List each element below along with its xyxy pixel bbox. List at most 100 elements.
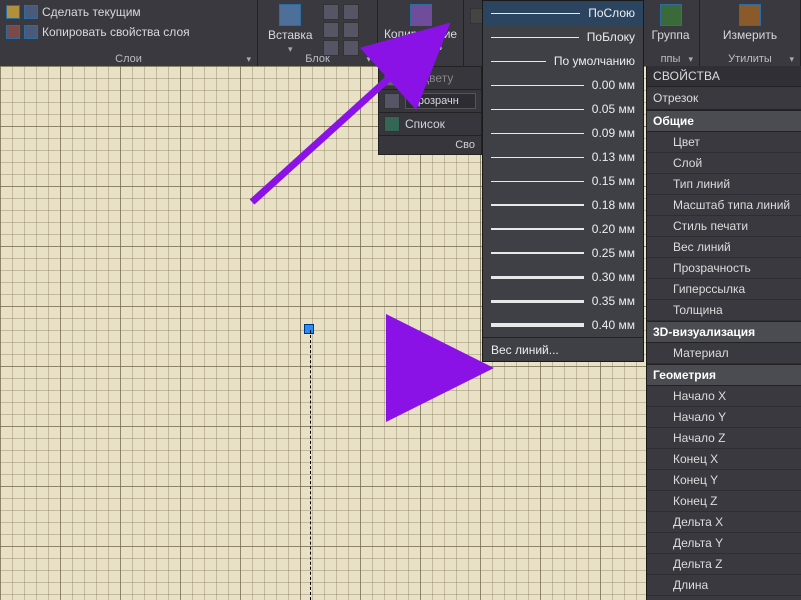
- layers-copy-icon: [6, 25, 20, 39]
- section-3dviz[interactable]: 3D-визуализация: [647, 321, 801, 343]
- group-button[interactable]: Группа: [647, 4, 693, 42]
- prop-general-5[interactable]: Вес линий: [647, 237, 801, 258]
- make-current-button[interactable]: Сделать текущим: [6, 4, 251, 20]
- ribbon-group-block: Вставка ▾ Блок ▾: [258, 0, 378, 66]
- prop-geom-3[interactable]: Конец X: [647, 449, 801, 470]
- prop-general-6[interactable]: Прозрачность: [647, 258, 801, 279]
- lw-bylayer-label: ПоСлою: [588, 6, 635, 20]
- measure-label: Измерить: [723, 28, 777, 42]
- prop-geom-5[interactable]: Конец Z: [647, 491, 801, 512]
- measure-button[interactable]: Измерить: [719, 4, 781, 42]
- bycolor-row: ПоЦвету: [379, 67, 481, 89]
- bycolor-icon: [384, 70, 400, 86]
- ribbon-layers-expand[interactable]: ▾: [246, 54, 251, 65]
- lw-value-label: 0.25 мм: [592, 246, 635, 260]
- lw-value-3[interactable]: 0.13 мм: [483, 145, 643, 169]
- selection-grip[interactable]: [304, 324, 314, 334]
- prop-general-4[interactable]: Стиль печати: [647, 216, 801, 237]
- lw-value-label: 0.18 мм: [592, 198, 635, 212]
- block-tools-grid: [323, 4, 381, 56]
- lw-value-label: 0.05 мм: [592, 102, 635, 116]
- lw-value-8[interactable]: 0.30 мм: [483, 265, 643, 289]
- prop-geom-10[interactable]: Угол: [647, 596, 801, 600]
- lw-value-1[interactable]: 0.05 мм: [483, 97, 643, 121]
- prop-general-3[interactable]: Масштаб типа линий: [647, 195, 801, 216]
- lw-value-9[interactable]: 0.35 мм: [483, 289, 643, 313]
- ribbon-block-expand[interactable]: ▾: [366, 54, 371, 65]
- lw-value-label: 0.40 мм: [592, 318, 635, 332]
- prop-general-8[interactable]: Толщина: [647, 300, 801, 321]
- layers-copy-arrow-icon: [24, 25, 38, 39]
- ribbon-group-copy: Копирование свойств: [378, 0, 464, 66]
- lw-default[interactable]: По умолчанию: [483, 49, 643, 73]
- prop-geom-9[interactable]: Длина: [647, 575, 801, 596]
- ribbon-utils-label: Утилиты: [700, 52, 800, 66]
- list-label: Список: [405, 117, 445, 131]
- lw-byblock[interactable]: ПоБлоку: [483, 25, 643, 49]
- block-tool-1[interactable]: [323, 4, 339, 20]
- copy-layer-props-button[interactable]: Копировать свойства слоя: [6, 24, 251, 40]
- section-geometry[interactable]: Геометрия: [647, 364, 801, 386]
- ribbon: Сделать текущим Копировать свойства слоя…: [0, 0, 801, 66]
- lw-value-label: 0.13 мм: [592, 150, 635, 164]
- block-tool-2[interactable]: [343, 4, 359, 20]
- lw-value-label: 0.20 мм: [592, 222, 635, 236]
- list-button[interactable]: Список: [379, 113, 481, 135]
- lw-more[interactable]: Вес линий...: [483, 337, 643, 361]
- lw-value-10[interactable]: 0.40 мм: [483, 313, 643, 337]
- prop-general-1[interactable]: Слой: [647, 153, 801, 174]
- prop-general-0[interactable]: Цвет: [647, 132, 801, 153]
- ribbon-group-utils: Измерить Утилиты ▾: [700, 0, 801, 66]
- prop-geom-0[interactable]: Начало X: [647, 386, 801, 407]
- prop-viz-0[interactable]: Материал: [647, 343, 801, 364]
- ribbon-groups-expand[interactable]: ▾: [688, 54, 693, 65]
- list-icon: [384, 116, 400, 132]
- match-properties-icon: [410, 4, 432, 26]
- lw-default-label: По умолчанию: [554, 54, 635, 68]
- properties-panel: СВОЙСТВА Отрезок Общие ЦветСлойТип линий…: [646, 66, 801, 600]
- group-icon: [660, 4, 682, 26]
- prop-general-7[interactable]: Гиперссылка: [647, 279, 801, 300]
- block-tool-3[interactable]: [323, 22, 339, 38]
- lineweight-dropdown: ПоСлою ПоБлоку По умолчанию 0.00 мм 0.05 …: [482, 0, 644, 362]
- lw-value-label: 0.35 мм: [592, 294, 635, 308]
- copy-layer-props-label: Копировать свойства слоя: [42, 24, 190, 40]
- block-tool-4[interactable]: [343, 22, 359, 38]
- make-current-label: Сделать текущим: [42, 4, 141, 20]
- prop-geom-8[interactable]: Дельта Z: [647, 554, 801, 575]
- insert-label: Вставка: [268, 28, 313, 42]
- transparency-row[interactable]: Прозрачн: [379, 90, 481, 112]
- lw-value-label: 0.09 мм: [592, 126, 635, 140]
- lw-value-4[interactable]: 0.15 мм: [483, 169, 643, 193]
- lw-byblock-label: ПоБлоку: [587, 30, 635, 44]
- prop-geom-6[interactable]: Дельта X: [647, 512, 801, 533]
- bycolor-label: ПоЦвету: [405, 71, 453, 85]
- prop-geom-2[interactable]: Начало Z: [647, 428, 801, 449]
- prop-general-2[interactable]: Тип линий: [647, 174, 801, 195]
- section-general[interactable]: Общие: [647, 110, 801, 132]
- ribbon-group-groups: Группа ппы ▾: [642, 0, 700, 66]
- match-properties-label: Копирование свойств: [384, 28, 457, 52]
- insert-button[interactable]: Вставка ▾: [264, 4, 317, 55]
- insert-icon: [279, 4, 301, 26]
- ribbon-group-layers: Сделать текущим Копировать свойства слоя…: [0, 0, 258, 66]
- prop-geom-7[interactable]: Дельта Y: [647, 533, 801, 554]
- tracking-line: [310, 330, 311, 600]
- transparency-combo[interactable]: Прозрачн: [405, 93, 476, 109]
- lw-bylayer[interactable]: ПоСлою: [483, 1, 643, 25]
- lw-value-label: 0.15 мм: [592, 174, 635, 188]
- lw-value-6[interactable]: 0.20 мм: [483, 217, 643, 241]
- prop-geom-4[interactable]: Конец Y: [647, 470, 801, 491]
- properties-flyout: ПоЦвету Прозрачн Список Сво: [378, 66, 482, 155]
- measure-icon: [739, 4, 761, 26]
- match-properties-button[interactable]: Копирование свойств: [380, 4, 461, 52]
- ribbon-block-label: Блок: [258, 52, 377, 66]
- lw-value-7[interactable]: 0.25 мм: [483, 241, 643, 265]
- ribbon-utils-expand[interactable]: ▾: [789, 54, 794, 65]
- panel-footer: Сво: [379, 135, 481, 154]
- lw-value-5[interactable]: 0.18 мм: [483, 193, 643, 217]
- properties-object-type[interactable]: Отрезок: [647, 87, 801, 110]
- lw-value-0[interactable]: 0.00 мм: [483, 73, 643, 97]
- prop-geom-1[interactable]: Начало Y: [647, 407, 801, 428]
- lw-value-2[interactable]: 0.09 мм: [483, 121, 643, 145]
